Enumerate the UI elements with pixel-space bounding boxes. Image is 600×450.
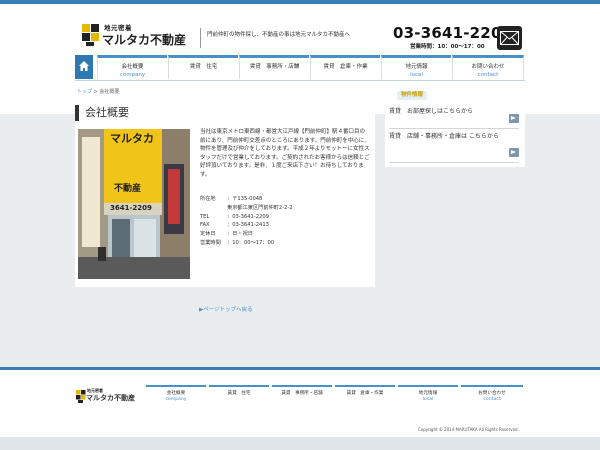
nav-rent-residence[interactable]: 賃貸 住宅 [168,55,238,79]
logo-mark-icon [76,390,86,403]
info-row: 定休日 ：日・祝日 [200,230,370,239]
storefront-photo: マルタカ 不動産 3641-2209 [78,129,190,279]
page-top-link[interactable]: ▶ページトップへ戻る [199,305,253,313]
info-key: 所在地 [200,196,216,202]
footer-nav-sublabel: company [165,397,187,402]
footer-nav-sublabel: local [422,397,434,402]
bottom-bar [0,437,600,450]
footer-nav-rent-residence[interactable]: 賃貸 住宅 [209,385,269,405]
info-key: TEL [200,213,210,220]
info-value: ：03-3641-2209 [227,213,269,220]
info-value: ：日・祝日 [227,231,253,238]
photo-sign-phone: 3641-2209 [110,204,152,212]
logo-title: マルタカ不動産 [102,33,187,47]
footer-nav-label: 会社概要 [166,391,186,396]
sidebar: 物件情報 賃貸 お部屋探しはこちらから 賃貸 店舗・事務所・倉庫は こちらから [385,87,525,167]
photo-sign-text-2: 不動産 [114,184,142,194]
footer-logo-title: マルタカ不動産 [86,394,135,402]
nav-label: 会社概要 [121,64,144,70]
nav-sublabel: company [119,72,146,78]
info-value: ：10：00〜17：00 [227,239,275,246]
main-content: 会社概要 マルタカ 不動産 3641-2209 当社は東京メトロ東西線・都営大江… [75,97,375,287]
info-key [200,204,227,213]
nav-contact[interactable]: お問い合わせ contact [452,55,524,79]
company-description: 当社は東京メトロ東西線・都営大江戸線【門前仲町】駅４番口目の前にあり、門前仲町交… [200,129,370,178]
footer-nav-sublabel: contact [483,397,501,402]
photo-sign-text: マルタカ [110,132,154,145]
breadcrumb: トップ > 会社概要 [77,88,119,95]
nav-label: 賃貸 事務所・店舗 [249,64,300,70]
breadcrumb-current: 会社概要 [99,89,120,95]
info-row: FAX ：03-3641-2413 [200,221,370,230]
main-nav: 会社概要 company 賃貸 住宅 賃貸 事務所・店舗 賃貸 倉庫・作業 地元… [75,55,525,79]
footer: 地元密着 マルタカ不動産 会社概要 company 賃貸 住宅 賃貸 事務所・店… [0,367,600,437]
info-value: ：〒135-0048 [227,196,263,202]
nav-company[interactable]: 会社概要 company [97,55,167,79]
footer-nav-label: 賃貸 住宅 [227,391,251,396]
header-hours: 営業時間：10：00〜17：00 [410,44,485,50]
nav-rent-warehouse[interactable]: 賃貸 倉庫・作業 [310,55,380,79]
nav-label: お問い合わせ [471,64,505,70]
page-title: 会社概要 [75,105,129,121]
footer-nav-label: お問い合わせ [478,391,506,396]
nav-sublabel: contact [477,72,499,78]
sidebar-item-label: 賃貸 お部屋探しはこちらから [389,108,474,115]
logo-mark-icon [82,24,100,46]
footer-nav-contact[interactable]: お問い合わせ contact [461,385,523,405]
footer-logo[interactable]: 地元密着 マルタカ不動産 [76,388,136,406]
nav-sublabel: local [410,72,423,78]
info-row: TEL ：03-3641-2209 [200,213,370,222]
nav-divider [75,80,525,81]
arrow-right-icon [509,148,519,157]
site-logo[interactable]: 地元密着 マルタカ不動産 [82,22,186,52]
header-phone: 03-3641-2209 [393,24,513,42]
sidebar-item-rooms[interactable]: 賃貸 お部屋探しはこちらから [389,105,519,129]
info-row: 営業時間 ：10：00〜17：00 [200,239,370,248]
nav-label: 賃貸 倉庫・作業 [323,64,368,70]
footer-nav-label: 地元情報 [418,391,438,396]
mail-button[interactable] [497,26,522,50]
company-info: 所在地 ：〒135-0048 東京都江東区門前仲町2-2-2 TEL ：03-364… [200,195,370,248]
arrow-right-icon [509,114,519,123]
nav-local[interactable]: 地元情報 local [381,55,451,79]
sidebar-item-label: 賃貸 店舗・事務所・倉庫は こちらから [389,133,499,140]
footer-nav-rent-office-shop[interactable]: 賃貸 事務所・店舗 [272,385,332,405]
info-key: 定休日 [200,231,216,238]
info-row: 東京都江東区門前仲町2-2-2 [200,204,370,213]
copyright: Copyright © 2014 MARUTAKA All Rights Res… [418,427,519,432]
envelope-icon [500,31,519,45]
info-row: 所在地 ：〒135-0048 [200,195,370,204]
nav-rent-office-shop[interactable]: 賃貸 事務所・店舗 [239,55,309,79]
footer-nav-local[interactable]: 地元情報 local [398,385,458,405]
info-key: 営業時間 [200,239,221,246]
footer-nav-label: 賃貸 事務所・店舗 [281,391,323,396]
sidebar-item-shops[interactable]: 賃貸 店舗・事務所・倉庫は こちらから [389,131,519,163]
header-tagline: 門前仲町の物件探し、不動産の事は地元マルタカ不動産へ [200,28,350,48]
breadcrumb-home-link[interactable]: トップ [77,89,92,95]
nav-label: 賃貸 住宅 [189,64,218,70]
info-key: FAX [200,222,210,229]
info-value: 東京都江東区門前仲町2-2-2 [227,204,293,211]
sidebar-badge: 物件情報 [397,91,427,100]
info-value: ：03-3641-2413 [227,222,269,229]
footer-nav-label: 賃貸 倉庫・作業 [346,391,384,396]
footer-nav-company[interactable]: 会社概要 company [146,385,206,405]
home-icon [79,61,89,71]
footer-nav-rent-warehouse[interactable]: 賃貸 倉庫・作業 [335,385,395,405]
home-button[interactable] [75,55,93,79]
nav-label: 地元情報 [405,64,428,70]
